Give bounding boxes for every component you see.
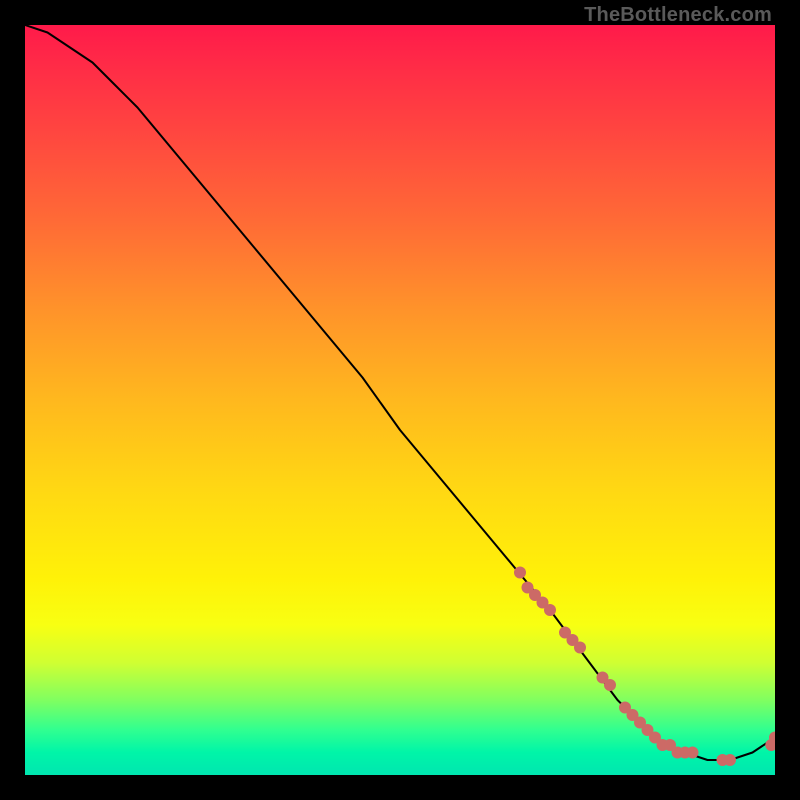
marker-group	[514, 567, 775, 767]
chart-svg	[25, 25, 775, 775]
data-marker	[724, 754, 736, 766]
data-marker	[544, 604, 556, 616]
curve-line	[25, 25, 775, 760]
data-marker	[574, 642, 586, 654]
chart-frame: TheBottleneck.com	[0, 0, 800, 800]
data-marker	[604, 679, 616, 691]
plot-area	[25, 25, 775, 775]
watermark-text: TheBottleneck.com	[584, 4, 772, 27]
data-marker	[687, 747, 699, 759]
data-marker	[514, 567, 526, 579]
